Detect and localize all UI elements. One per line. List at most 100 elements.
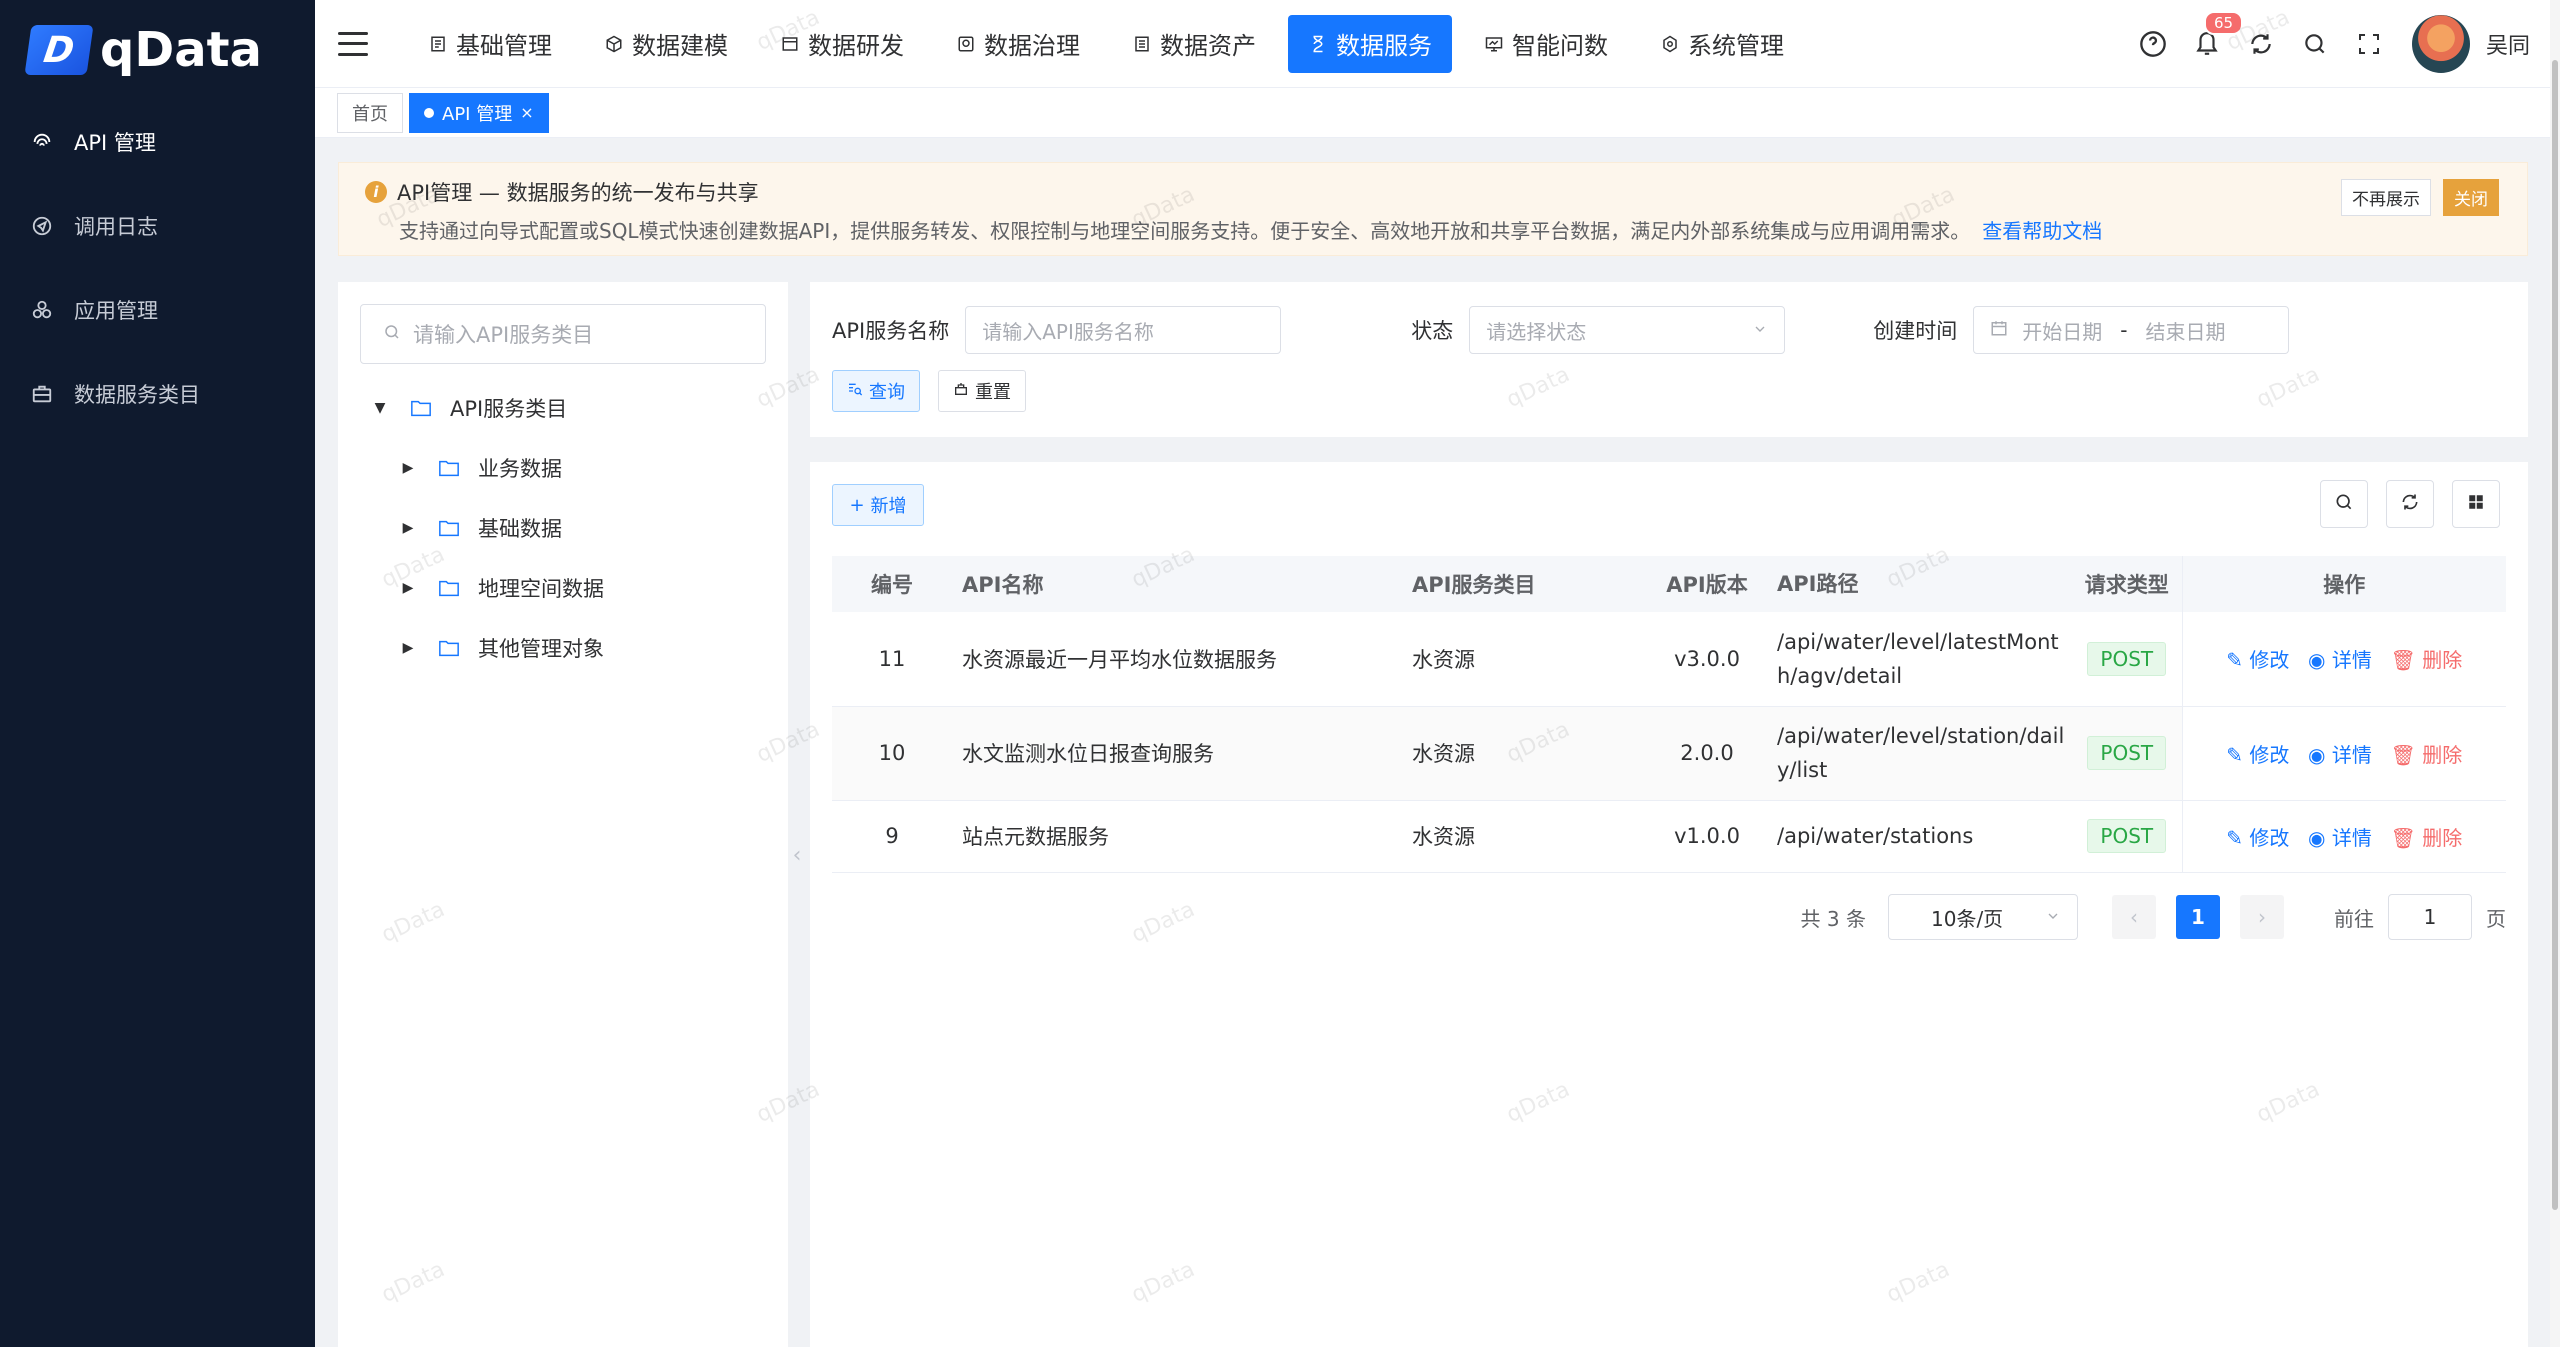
col-header-type[interactable]: 请求类型 bbox=[2072, 556, 2182, 612]
query-button[interactable]: 查询 bbox=[832, 370, 920, 412]
scrollbar-thumb[interactable] bbox=[2552, 60, 2558, 1210]
nav-tab-label: 数据服务 bbox=[1336, 32, 1432, 60]
dont-show-again-button[interactable]: 不再展示 bbox=[2341, 179, 2431, 216]
nav-tab-smart-query[interactable]: 智能问数 bbox=[1464, 15, 1628, 73]
close-notice-button[interactable]: 关闭 bbox=[2443, 179, 2499, 216]
close-icon[interactable]: × bbox=[520, 103, 533, 122]
tree-node-geospatial[interactable]: ▶ 地理空间数据 bbox=[360, 558, 766, 618]
sidebar-item-call-log[interactable]: 调用日志 bbox=[0, 184, 315, 268]
collapse-panel-icon[interactable]: ‹ bbox=[788, 840, 806, 870]
nav-tab-development[interactable]: 数据研发 bbox=[760, 15, 924, 73]
delete-button[interactable]: 🗑 删除 bbox=[2391, 743, 2463, 767]
document-icon bbox=[428, 34, 448, 54]
nav-tab-governance[interactable]: 数据治理 bbox=[936, 15, 1100, 73]
nav-tab-system[interactable]: 系统管理 bbox=[1640, 15, 1804, 73]
date-range-picker[interactable]: 开始日期 - 结束日期 bbox=[1973, 306, 2290, 354]
caret-right-icon[interactable]: ▶ bbox=[398, 460, 418, 476]
menu-toggle-icon[interactable] bbox=[338, 31, 368, 56]
tree-node-business[interactable]: ▶ 业务数据 bbox=[360, 438, 766, 498]
sidebar-item-app-management[interactable]: 应用管理 bbox=[0, 268, 315, 352]
edit-button[interactable]: ✎ 修改 bbox=[2226, 743, 2289, 767]
col-header-version[interactable]: API版本 bbox=[1647, 556, 1767, 612]
search-icon[interactable] bbox=[2298, 27, 2332, 61]
add-button[interactable]: + 新增 bbox=[832, 484, 924, 526]
delete-label: 删除 bbox=[2422, 825, 2463, 850]
cube-icon bbox=[604, 34, 624, 54]
delete-button[interactable]: 🗑 删除 bbox=[2391, 826, 2463, 850]
tab-home[interactable]: 首页 bbox=[337, 92, 403, 133]
tab-label: 首页 bbox=[352, 103, 388, 125]
cell-path: /api/water/level/station/daily/list bbox=[1767, 706, 2072, 801]
tab-api-management[interactable]: API 管理 × bbox=[409, 92, 549, 133]
calendar-icon bbox=[1990, 318, 2008, 342]
columns-button[interactable] bbox=[2452, 480, 2500, 528]
col-header-name[interactable]: API名称 bbox=[952, 556, 1402, 612]
col-header-path[interactable]: API路径 bbox=[1767, 556, 2072, 612]
delete-label: 删除 bbox=[2422, 648, 2463, 673]
caret-right-icon[interactable]: ▶ bbox=[398, 580, 418, 596]
bell-icon[interactable]: 65 bbox=[2190, 11, 2244, 61]
tab-label: API 管理 bbox=[442, 103, 513, 125]
api-table-panel: + 新增 编号 API名称 API服务类目 API版本 API路径 请求类型 操作… bbox=[810, 462, 2528, 1347]
username[interactable]: 吴同 bbox=[2486, 28, 2530, 60]
cell-name: 水资源最近一月平均水位数据服务 bbox=[952, 612, 1402, 707]
nav-tab-assets[interactable]: 数据资产 bbox=[1112, 15, 1276, 73]
nav-tab-basic[interactable]: 基础管理 bbox=[408, 15, 572, 73]
refresh-icon[interactable] bbox=[2244, 27, 2278, 61]
tree-node-basic[interactable]: ▶ 基础数据 bbox=[360, 498, 766, 558]
page-number[interactable]: 1 bbox=[2176, 895, 2220, 939]
sidebar-item-service-category[interactable]: 数据服务类目 bbox=[0, 352, 315, 436]
caret-right-icon[interactable]: ▶ bbox=[398, 520, 418, 536]
page-scrollbar[interactable] bbox=[2550, 0, 2560, 1347]
col-header-category[interactable]: API服务类目 bbox=[1402, 556, 1647, 612]
edit-button[interactable]: ✎ 修改 bbox=[2226, 826, 2289, 850]
prev-page-button[interactable]: ‹ bbox=[2112, 895, 2156, 939]
cell-id: 10 bbox=[832, 706, 952, 801]
page-unit-label: 页 bbox=[2486, 906, 2506, 931]
logo-mark: D bbox=[24, 25, 94, 75]
tree-node-label: 地理空间数据 bbox=[478, 577, 604, 601]
fullscreen-icon[interactable] bbox=[2352, 27, 2386, 61]
reset-button[interactable]: 重置 bbox=[938, 370, 1026, 412]
avatar[interactable] bbox=[2411, 15, 2470, 73]
status-label: 状态 bbox=[1411, 319, 1454, 343]
category-search-input[interactable]: 请输入API服务类目 bbox=[360, 304, 766, 364]
page-size-select[interactable]: 10条/页 bbox=[1888, 894, 2078, 940]
query-label: 查询 bbox=[869, 382, 905, 403]
page-size-value: 10条/页 bbox=[1931, 906, 2004, 931]
api-name-input[interactable]: 请输入API服务名称 bbox=[965, 306, 1282, 354]
status-select[interactable]: 请选择状态 bbox=[1469, 306, 1786, 354]
caret-down-icon[interactable]: ▼ bbox=[370, 400, 390, 416]
tree-node-other[interactable]: ▶ 其他管理对象 bbox=[360, 618, 766, 678]
help-doc-link[interactable]: 查看帮助文档 bbox=[1982, 219, 2102, 243]
nav-tab-service[interactable]: 数据服务 bbox=[1288, 14, 1452, 73]
logo[interactable]: D qData bbox=[0, 0, 315, 100]
edit-button[interactable]: ✎ 修改 bbox=[2226, 648, 2289, 672]
folder-icon bbox=[410, 398, 434, 418]
detail-button[interactable]: ◉ 详情 bbox=[2308, 826, 2372, 850]
sidebar-item-api-management[interactable]: API 管理 bbox=[0, 100, 315, 184]
nav-tab-modeling[interactable]: 数据建模 bbox=[584, 15, 748, 73]
table-header-row: 编号 API名称 API服务类目 API版本 API路径 请求类型 操作 bbox=[832, 556, 2506, 612]
detail-button[interactable]: ◉ 详情 bbox=[2308, 648, 2372, 672]
refresh-button[interactable] bbox=[2386, 480, 2434, 528]
refresh-icon bbox=[2400, 492, 2420, 516]
top-navbar: 基础管理 数据建模 数据研发 数据治理 数据资产 数据服务 智能问数 系统管理 … bbox=[315, 0, 2560, 88]
caret-right-icon[interactable]: ▶ bbox=[398, 640, 418, 656]
nav-tab-label: 数据研发 bbox=[808, 32, 904, 60]
col-header-ops: 操作 bbox=[2181, 556, 2506, 612]
date-separator: - bbox=[2120, 318, 2128, 342]
method-tag: POST bbox=[2087, 819, 2167, 853]
search-toggle-button[interactable] bbox=[2320, 480, 2368, 528]
col-header-id[interactable]: 编号 bbox=[832, 556, 952, 612]
detail-button[interactable]: ◉ 详情 bbox=[2308, 743, 2372, 767]
cell-name: 站点元数据服务 bbox=[952, 800, 1402, 873]
briefcase-icon bbox=[30, 382, 54, 406]
apps-icon bbox=[30, 298, 54, 322]
help-icon[interactable] bbox=[2136, 27, 2170, 61]
next-page-button[interactable]: › bbox=[2240, 895, 2284, 939]
goto-page-input[interactable]: 1 bbox=[2388, 894, 2472, 940]
nav-tab-label: 基础管理 bbox=[456, 32, 552, 60]
tree-node-root[interactable]: ▼ API服务类目 bbox=[360, 378, 766, 438]
delete-button[interactable]: 🗑 删除 bbox=[2391, 648, 2463, 672]
